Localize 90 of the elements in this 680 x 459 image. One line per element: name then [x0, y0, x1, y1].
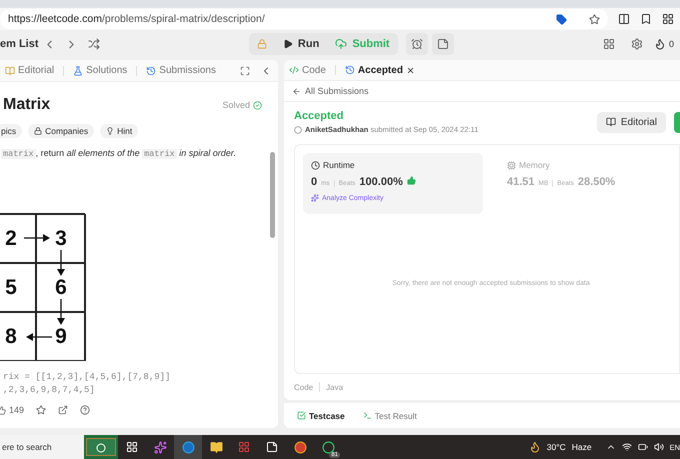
panel-tab[interactable]: Accepted	[340, 60, 420, 80]
tag-chip[interactable]: Companies	[28, 124, 94, 138]
weather-icon[interactable]	[528, 441, 541, 453]
chip-icon	[507, 160, 516, 170]
solved-label: Solved	[222, 100, 250, 110]
code-info-text: Code	[294, 382, 314, 392]
problem-description: matrix , return all elements of the matrix in spiral order.	[1, 148, 237, 159]
example-line: ,2,3,6,9,8,7,4,5]	[3, 384, 96, 397]
weather-text: Haze	[572, 442, 592, 452]
help-icon[interactable]	[80, 405, 90, 415]
metric-value: 0	[311, 176, 318, 188]
share-icon[interactable]	[58, 405, 68, 415]
matrix-value: 3	[55, 226, 67, 250]
check-icon	[253, 100, 262, 110]
flask-icon	[73, 66, 84, 76]
panel-tab[interactable]: Submissions	[141, 60, 221, 80]
metric-label: Memory	[519, 160, 550, 170]
terminal-icon	[362, 411, 372, 420]
clock-icon	[311, 160, 320, 170]
problem-title: Matrix	[3, 96, 50, 114]
tag-icon[interactable]	[556, 14, 567, 24]
maximize-icon[interactable]	[240, 66, 250, 76]
lock-icon	[34, 127, 42, 135]
layout-icon[interactable]	[603, 38, 615, 50]
arrow-icon	[56, 299, 66, 325]
sparkle-icon	[311, 194, 319, 202]
star-icon[interactable]	[589, 14, 600, 24]
flame-icon[interactable]	[654, 38, 666, 50]
close-icon[interactable]	[406, 66, 415, 75]
tag-chip[interactable]: Hint	[100, 124, 138, 138]
panel-tab[interactable]: Code	[284, 60, 331, 80]
network-icon[interactable]	[622, 442, 632, 452]
checkbox-icon	[297, 411, 306, 420]
example-line: rix = [[1,2,3],[4,5,6],[7,8,9]]	[3, 371, 172, 384]
code-icon	[289, 65, 299, 76]
tag-chip[interactable]: pics	[0, 124, 22, 138]
upload-icon	[335, 38, 348, 50]
arrow-icon	[56, 250, 66, 276]
collections-icon[interactable]	[662, 13, 674, 25]
matrix-value: 2	[5, 226, 17, 250]
star-icon[interactable]	[36, 405, 46, 415]
copilot-icon[interactable]	[154, 440, 166, 454]
volume-icon[interactable]	[654, 442, 664, 452]
task-view-icon[interactable]	[126, 441, 138, 453]
split-view-icon[interactable]	[618, 13, 630, 25]
address-bar[interactable]: https://leetcode.com/problems/spiral-matrix/description/	[0, 9, 608, 29]
like-count: 149	[9, 405, 24, 415]
favorites-icon[interactable]	[640, 13, 652, 25]
avatar-icon	[294, 126, 302, 134]
book-icon	[606, 117, 616, 128]
all-submissions-link[interactable]: All Submissions	[305, 86, 369, 96]
back-arrow-icon[interactable]	[292, 86, 301, 96]
play-icon	[282, 39, 293, 49]
shuffle-icon[interactable]	[88, 38, 100, 50]
metric-label: Runtime	[323, 160, 355, 170]
temperature: 30°C	[546, 442, 566, 452]
beats-value: 28.50%	[578, 176, 616, 188]
matrix-value: 6	[55, 276, 67, 300]
panel-tab[interactable]: Testcase	[292, 406, 350, 426]
lightbulb-icon	[106, 127, 114, 135]
code-info-text: Java	[326, 382, 344, 392]
arrow-icon	[24, 233, 50, 243]
matrix-value: 5	[5, 276, 17, 300]
history-icon	[146, 66, 156, 76]
chalkboard-icon[interactable]	[86, 438, 116, 456]
matrix-value: 8	[5, 324, 17, 348]
store-icon[interactable]	[238, 441, 250, 453]
matrix-value: 9	[55, 324, 67, 348]
action-button[interactable]	[674, 112, 680, 133]
result-status: Accepted	[294, 110, 345, 122]
battery-icon[interactable]	[638, 442, 648, 452]
taskbar-search[interactable]: ere to search	[0, 435, 84, 459]
run-button[interactable]: Run	[274, 33, 328, 55]
editorial-button[interactable]: Editorial	[596, 112, 666, 133]
settings-icon[interactable]	[631, 38, 643, 50]
arrow-icon	[26, 332, 52, 342]
trophy-icon	[406, 176, 416, 186]
lock-icon	[256, 39, 267, 49]
metric-value: 41.51	[507, 176, 535, 188]
panel-tab[interactable]: Editorial	[0, 60, 60, 80]
problem-list-link[interactable]: em List	[0, 38, 39, 50]
panel-tab[interactable]: Solutions	[68, 60, 132, 80]
note-icon[interactable]	[436, 38, 449, 50]
history-icon	[344, 65, 355, 76]
beats-value: 100.00%	[359, 176, 403, 188]
streak-count: 0	[669, 39, 674, 49]
panel-tab[interactable]: Test Result	[358, 406, 422, 426]
timer-icon[interactable]	[410, 38, 423, 50]
scrollbar[interactable]	[270, 152, 275, 238]
book-icon	[5, 66, 15, 76]
